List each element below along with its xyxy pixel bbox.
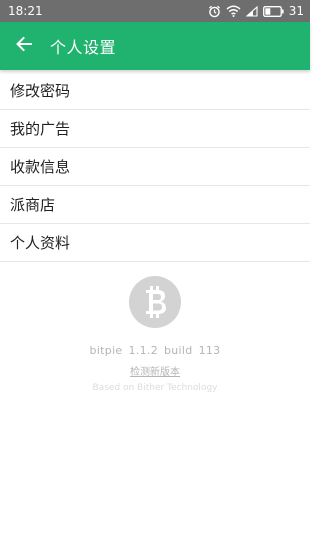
menu-item-label: 修改密码: [10, 82, 71, 100]
signal-icon: [245, 5, 258, 17]
menu-item-profile[interactable]: 个人资料: [0, 224, 310, 262]
app-name: bitpie: [89, 344, 123, 357]
menu-item-pie-store[interactable]: 派商店: [0, 186, 310, 224]
alarm-icon: [208, 5, 221, 18]
menu-item-my-ads[interactable]: 我的广告: [0, 110, 310, 148]
settings-menu: 修改密码 我的广告 收款信息 派商店 个人资料: [0, 72, 310, 262]
build-number: 113: [198, 344, 221, 357]
menu-item-label: 我的广告: [10, 120, 71, 138]
check-update-link[interactable]: 检测新版本: [130, 363, 180, 378]
back-button[interactable]: [0, 22, 48, 70]
status-bar: 18:21 31: [0, 0, 310, 22]
status-time: 18:21: [8, 4, 43, 18]
battery-icon: [262, 5, 284, 17]
about-section: bitpie 1.1.2 build 113 检测新版本 Based on Bi…: [0, 276, 310, 393]
battery-level: 31: [288, 4, 304, 18]
arrow-left-icon: [15, 35, 33, 57]
status-icons: 31: [208, 4, 304, 18]
version-info: bitpie 1.1.2 build 113: [90, 344, 221, 357]
menu-item-label: 收款信息: [10, 158, 71, 176]
wifi-icon: [226, 5, 241, 17]
screen: 18:21 31 个人设置 修改密码 我的广告 收款信息 派商店 个人资料 bi…: [0, 0, 310, 551]
build-label: build: [164, 344, 193, 357]
app-version: 1.1.2: [128, 344, 158, 357]
menu-item-label: 个人资料: [10, 234, 71, 252]
page-title: 个人设置: [50, 38, 117, 57]
menu-item-label: 派商店: [10, 196, 56, 214]
menu-item-change-password[interactable]: 修改密码: [0, 72, 310, 110]
based-on-text: Based on Bither Technology: [92, 383, 218, 393]
app-bar: 个人设置: [0, 22, 310, 70]
menu-item-payment-info[interactable]: 收款信息: [0, 148, 310, 186]
bitcoin-icon: [129, 276, 181, 328]
